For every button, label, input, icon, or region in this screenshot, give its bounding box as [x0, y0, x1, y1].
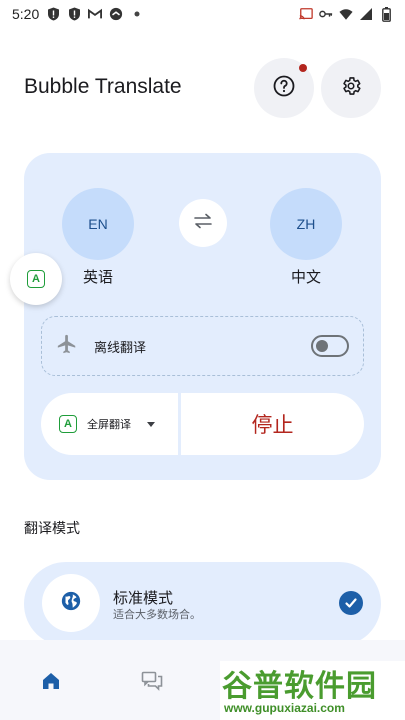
- shield-alert-icon: [67, 7, 81, 21]
- stop-button-label: 停止: [251, 413, 294, 437]
- vpn-icon: [109, 7, 123, 21]
- settings-button[interactable]: [321, 58, 381, 118]
- shield-alert-icon: [46, 7, 60, 21]
- option-icon-wrap: [42, 574, 100, 632]
- source-language-code: EN: [88, 216, 108, 232]
- bubble-translate-icon: A: [27, 270, 45, 288]
- watermark: 谷普软件园 www.gupuxiazai.com: [220, 661, 405, 720]
- key-icon: [319, 7, 333, 21]
- swap-languages-button[interactable]: [179, 199, 227, 247]
- fullscreen-mode-icon: A: [59, 415, 77, 433]
- toggle-knob: [316, 340, 328, 352]
- home-icon: [41, 671, 61, 695]
- chat-icon: [141, 671, 163, 695]
- translation-mode-dropdown[interactable]: A 全屏翻译: [41, 393, 178, 455]
- check-icon: [339, 591, 363, 615]
- source-language-name: 英语: [82, 268, 113, 286]
- swap-icon: [193, 213, 213, 233]
- help-button[interactable]: [254, 58, 314, 118]
- status-time: 5:20: [12, 6, 40, 22]
- app-title: Bubble Translate: [24, 75, 182, 98]
- gear-icon: [340, 75, 362, 101]
- watermark-logo-text: 谷普软件园: [222, 669, 377, 704]
- translator-card: EN ZH 英语 中文 离线翻译 A 全屏翻译 停止: [24, 153, 381, 480]
- signal-icon: [359, 7, 373, 21]
- translation-mode-label: 全屏翻译: [87, 418, 131, 431]
- wifi-icon: [339, 7, 353, 21]
- translation-mode-heading: 翻译模式: [24, 521, 80, 537]
- watermark-url: www.gupuxiazai.com: [224, 701, 345, 715]
- target-language-name: 中文: [290, 268, 321, 286]
- dot-icon: [130, 7, 144, 21]
- caret-down-icon: [147, 421, 155, 427]
- gmail-icon: [88, 7, 103, 21]
- target-language-code: ZH: [296, 216, 316, 232]
- notification-dot: [299, 64, 307, 72]
- floating-bubble[interactable]: A: [10, 253, 62, 305]
- globe-icon: [60, 590, 82, 616]
- mode-option-standard[interactable]: 标准模式 适合大多数场合。: [24, 562, 381, 646]
- status-bar: 5:20: [0, 0, 405, 28]
- cast-icon: [299, 7, 313, 21]
- target-language-button[interactable]: ZH: [270, 188, 342, 260]
- option-description: 适合大多数场合。: [113, 608, 201, 621]
- airplane-icon: [56, 333, 78, 359]
- offline-translation-toggle[interactable]: [311, 335, 349, 357]
- nav-messages[interactable]: [137, 668, 167, 698]
- battery-icon: [379, 6, 393, 22]
- nav-home[interactable]: [36, 668, 66, 698]
- app-header: Bubble Translate: [0, 56, 405, 120]
- help-icon: [273, 75, 295, 101]
- status-right: [299, 6, 393, 22]
- offline-translation-row[interactable]: 离线翻译: [41, 316, 364, 376]
- stop-button[interactable]: 停止: [181, 393, 364, 455]
- offline-translation-label: 离线翻译: [94, 340, 147, 356]
- option-title: 标准模式: [113, 589, 174, 607]
- status-left: 5:20: [12, 6, 144, 22]
- source-language-button[interactable]: EN: [62, 188, 134, 260]
